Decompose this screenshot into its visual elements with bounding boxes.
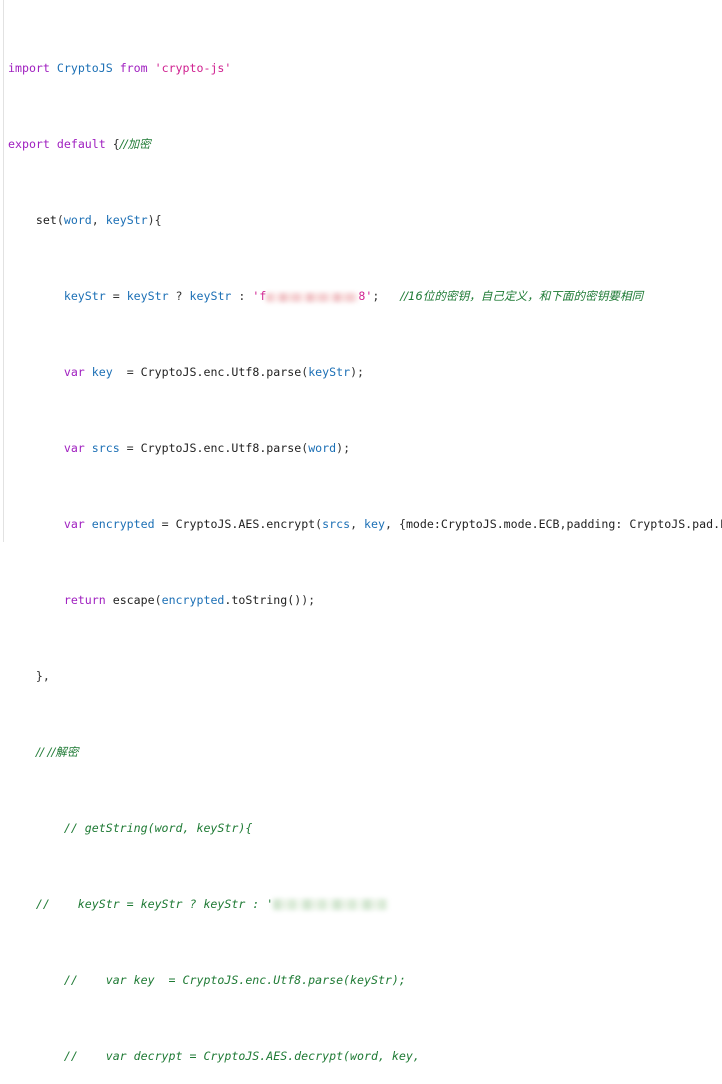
code-line-14: // var decrypt = CryptoJS.AES.decrypt(wo… xyxy=(8,1049,722,1064)
param-keystr: keyStr xyxy=(105,212,148,227)
call-utf8-parse-2: CryptoJS.enc.Utf8.parse xyxy=(140,440,302,455)
code-line-3: set(word, keyStr){ xyxy=(35,212,162,227)
code-line-5: var key = CryptoJS.enc.Utf8.parse(keyStr… xyxy=(63,364,365,379)
keyword-var: var xyxy=(63,364,85,379)
keyword-export: export xyxy=(8,136,50,151)
keyword-import: import xyxy=(8,60,50,75)
code-editor-pane[interactable]: import CryptoJS from 'crypto-js' export … xyxy=(0,0,722,1063)
code-line-8: return escape(encrypted.toString()); xyxy=(63,592,316,607)
left-gutter-rule xyxy=(3,0,4,542)
comment-var-key: // var key = CryptoJS.enc.Utf8.parse(key… xyxy=(35,972,406,987)
call-escape: escape xyxy=(112,592,155,607)
code-line-1: import CryptoJS from 'crypto-js' xyxy=(8,61,722,76)
code-line-12: // keyStr = keyStr ? keyStr : ' xyxy=(8,897,722,912)
arg-word: word xyxy=(308,440,337,455)
arg-key: key xyxy=(364,516,385,531)
code-line-9: }, xyxy=(8,668,50,683)
opt-padding: padding: xyxy=(566,516,630,531)
comment-var-decrypt: // var decrypt = CryptoJS.AES.decrypt(wo… xyxy=(35,1048,420,1063)
var-keystr: keyStr xyxy=(63,288,106,303)
code-line-13: // var key = CryptoJS.enc.Utf8.parse(key… xyxy=(8,973,722,988)
comment-encrypt: //加密 xyxy=(119,136,151,151)
keyword-default: default xyxy=(56,136,106,151)
identifier-cryptojs: CryptoJS xyxy=(56,60,113,75)
comment-decrypt-double: // //解密 xyxy=(35,744,79,759)
keyword-from: from xyxy=(119,60,148,75)
comment-keystr-assign: // keyStr = keyStr ? keyStr : ' xyxy=(35,896,274,911)
keyword-var-2: var xyxy=(63,440,85,455)
code-line-10: // //解密 xyxy=(8,745,722,760)
opt-mode: mode: xyxy=(405,516,441,531)
arg-keystr: keyStr xyxy=(308,364,351,379)
val-pad-pkcs7: CryptoJS.pad.Pkcs7 xyxy=(629,516,722,531)
keyword-var-3: var xyxy=(63,516,85,531)
var-srcs: srcs xyxy=(91,440,120,455)
call-aes-encrypt: CryptoJS.AES.encrypt xyxy=(175,516,316,531)
code-line-11: // getString(word, keyStr){ xyxy=(8,821,722,836)
string-module-path: 'crypto-js' xyxy=(154,60,232,75)
comment-getstring-signature: // getString(word, keyStr){ xyxy=(35,820,253,835)
keyword-return: return xyxy=(63,592,106,607)
call-utf8-parse: CryptoJS.enc.Utf8.parse xyxy=(140,364,302,379)
var-key: key xyxy=(91,364,113,379)
code-line-2: export default {//加密 xyxy=(8,137,722,152)
val-mode-ecb: CryptoJS.mode.ECB xyxy=(440,516,560,531)
var-keystr-2: keyStr xyxy=(126,288,169,303)
redacted-key-getstring xyxy=(273,898,389,910)
param-word: word xyxy=(63,212,92,227)
arg-srcs: srcs xyxy=(322,516,351,531)
method-set: set xyxy=(35,212,57,227)
comment-keysize: //16位的密钥，自己定义，和下面的密钥要相同 xyxy=(400,288,644,303)
code-line-4: keyStr = keyStr ? keyStr : 'f 8'; //16位的密… xyxy=(63,288,644,303)
brace-open: { xyxy=(112,136,120,151)
code-line-7: var encrypted = CryptoJS.AES.encrypt(src… xyxy=(8,517,722,532)
call-tostring: .toString() xyxy=(224,592,302,607)
redacted-key-set xyxy=(266,292,359,302)
var-keystr-3: keyStr xyxy=(189,288,232,303)
code-line-6: var srcs = CryptoJS.enc.Utf8.parse(word)… xyxy=(63,440,351,455)
var-encrypted: encrypted xyxy=(91,516,155,531)
key-visible-prefix: f xyxy=(259,288,267,303)
arg-encrypted: encrypted xyxy=(161,592,225,607)
code-content[interactable]: import CryptoJS from 'crypto-js' export … xyxy=(8,0,722,1084)
